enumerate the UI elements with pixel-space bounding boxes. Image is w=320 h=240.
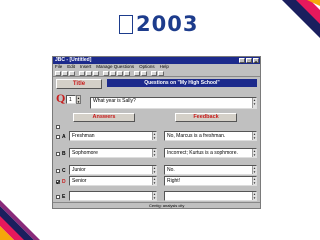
next-question-icon[interactable] — [117, 70, 123, 76]
copy-icon[interactable] — [86, 70, 92, 76]
open-folder-icon[interactable] — [62, 70, 68, 76]
option-e-feedback-field[interactable]: ▲ ▼ — [164, 191, 257, 201]
cut-icon[interactable] — [79, 70, 85, 76]
add-question-icon[interactable] — [134, 70, 140, 76]
slide-title-text: 2003 — [136, 12, 199, 36]
option-e-letter: E — [62, 194, 66, 200]
option-b-answer-field[interactable]: Sophomore ▲ ▼ — [69, 148, 157, 158]
option-a-feedback-field[interactable]: No, Marcus is a freshman. ▲ ▼ — [164, 131, 257, 141]
option-e-answer-scrollbar[interactable]: ▲ ▼ — [152, 192, 156, 200]
minimize-button[interactable]: _ — [239, 58, 245, 64]
question-number-field[interactable]: 1 — [66, 95, 76, 104]
option-c-feedback: No. — [167, 167, 175, 173]
question-heading: Questions on "My High School" — [107, 79, 257, 87]
option-b-feedback-scrollbar[interactable]: ▲ ▼ — [252, 149, 256, 157]
option-b-checkbox[interactable] — [56, 152, 60, 156]
question-letter: Q — [56, 91, 66, 105]
maximize-button[interactable]: □ — [246, 58, 252, 64]
delete-question-icon[interactable] — [141, 70, 147, 76]
option-c-checkbox[interactable] — [56, 169, 60, 173]
option-c-feedback-scrollbar[interactable]: ▲ ▼ — [252, 166, 256, 174]
header-checkbox[interactable] — [56, 125, 60, 129]
placeholder-glyph-icon — [119, 15, 133, 34]
option-b-letter: B — [62, 151, 66, 157]
option-d-answer: Senior — [72, 178, 87, 184]
slide-title: 2003 — [119, 11, 198, 37]
preview-icon[interactable] — [151, 70, 157, 76]
save-icon[interactable] — [69, 70, 75, 76]
paste-icon[interactable] — [93, 70, 99, 76]
option-d-checkbox[interactable] — [56, 180, 60, 184]
option-e-checkbox[interactable] — [56, 195, 60, 199]
help-icon[interactable] — [158, 70, 164, 76]
option-b-answer-scrollbar[interactable]: ▲ ▼ — [152, 149, 156, 157]
option-a-feedback-scrollbar[interactable]: ▲ ▼ — [252, 132, 256, 140]
first-question-icon[interactable] — [103, 70, 109, 76]
option-d-feedback-field[interactable]: Right! ▲ ▼ — [164, 176, 257, 186]
option-a-checkbox[interactable] — [56, 135, 60, 139]
close-button[interactable]: × — [253, 58, 259, 64]
option-a-answer-field[interactable]: Freshman ▲ ▼ — [69, 131, 157, 141]
title-button[interactable]: Title — [56, 79, 102, 89]
app-window: JBC - [Untitled] _ □ × File Edit Insert … — [52, 56, 261, 209]
checkmark-icon — [56, 180, 60, 184]
option-a-feedback: No, Marcus is a freshman. — [167, 133, 226, 139]
question-number-spinner[interactable]: ▲ ▼ — [76, 95, 81, 104]
option-d-answer-scrollbar[interactable]: ▲ ▼ — [152, 177, 156, 185]
option-e-feedback-scrollbar[interactable]: ▲ ▼ — [252, 192, 256, 200]
option-a-answer-scrollbar[interactable]: ▲ ▼ — [152, 132, 156, 140]
option-a-letter: A — [62, 134, 66, 140]
option-d-letter: D — [62, 179, 66, 185]
last-question-icon[interactable] — [124, 70, 130, 76]
option-e-answer-field[interactable]: ▲ ▼ — [69, 191, 157, 201]
option-a-answer: Freshman — [72, 133, 95, 139]
option-c-answer-field[interactable]: Junior ▲ ▼ — [69, 165, 157, 175]
window-title: JBC - [Untitled] — [55, 57, 92, 63]
option-d-answer-field[interactable]: Senior ▲ ▼ — [69, 176, 157, 186]
option-b-feedback-field[interactable]: Incorrect; Kurtus is a sophmore. ▲ ▼ — [164, 148, 257, 158]
option-b-answer: Sophomore — [72, 150, 98, 156]
option-c-answer: Junior — [72, 167, 86, 173]
option-c-letter: C — [62, 168, 66, 174]
option-c-feedback-field[interactable]: No. ▲ ▼ — [164, 165, 257, 175]
previous-question-icon[interactable] — [110, 70, 116, 76]
option-b-feedback: Incorrect; Kurtus is a sophmore. — [167, 150, 238, 156]
option-d-feedback-scrollbar[interactable]: ▲ ▼ — [252, 177, 256, 185]
question-text: What year is Sally? — [93, 98, 136, 104]
question-text-field[interactable]: What year is Sally? ▲ ▼ — [90, 97, 257, 109]
window-titlebar: JBC - [Untitled] _ □ × — [53, 57, 260, 64]
question-scrollbar[interactable]: ▲ ▼ — [252, 98, 256, 108]
option-c-answer-scrollbar[interactable]: ▲ ▼ — [152, 166, 156, 174]
window-controls: _ □ × — [239, 58, 259, 64]
feedback-button[interactable]: Feedback — [175, 113, 237, 122]
status-text: Centig: analysis city — [149, 203, 185, 208]
status-bar: Centig: analysis city — [53, 202, 260, 208]
answers-button[interactable]: Answers — [73, 113, 135, 122]
new-file-icon[interactable] — [55, 70, 61, 76]
option-d-feedback: Right! — [167, 178, 181, 184]
toolbar — [53, 70, 260, 77]
